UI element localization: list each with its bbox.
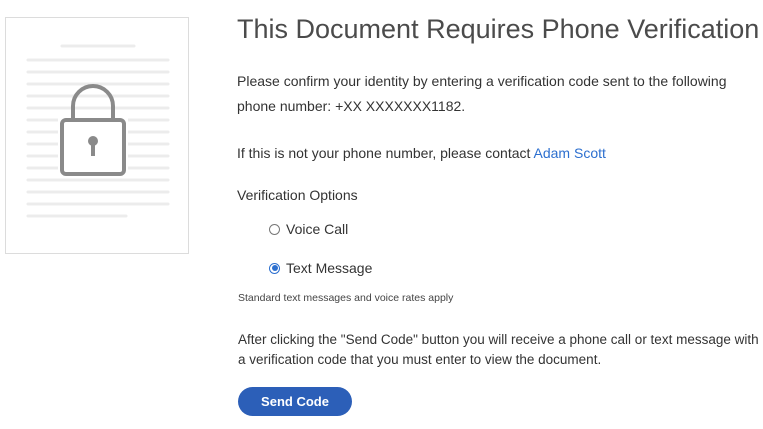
rates-note: Standard text messages and voice rates a…	[238, 292, 454, 304]
contact-link[interactable]: Adam Scott	[534, 145, 606, 161]
text-message-label: Text Message	[286, 260, 373, 276]
locked-document-icon	[5, 17, 189, 254]
send-code-button[interactable]: Send Code	[238, 387, 352, 416]
verification-options-heading: Verification Options	[237, 187, 358, 203]
contact-prefix: If this is not your phone number, please…	[237, 145, 534, 161]
text-message-option[interactable]: Text Message	[269, 260, 372, 276]
padlock-icon	[58, 84, 128, 178]
voice-call-option[interactable]: Voice Call	[269, 221, 348, 237]
send-code-instructions: After clicking the "Send Code" button yo…	[238, 332, 759, 367]
page-title: This Document Requires Phone Verificatio…	[237, 14, 760, 44]
intro-text: Please confirm your identity by entering…	[237, 73, 727, 114]
voice-call-radio[interactable]	[269, 223, 280, 235]
text-message-radio[interactable]	[269, 262, 280, 274]
voice-call-label: Voice Call	[286, 221, 349, 237]
document-illustration	[26, 44, 170, 218]
contact-line: If this is not your phone number, please…	[237, 143, 606, 163]
